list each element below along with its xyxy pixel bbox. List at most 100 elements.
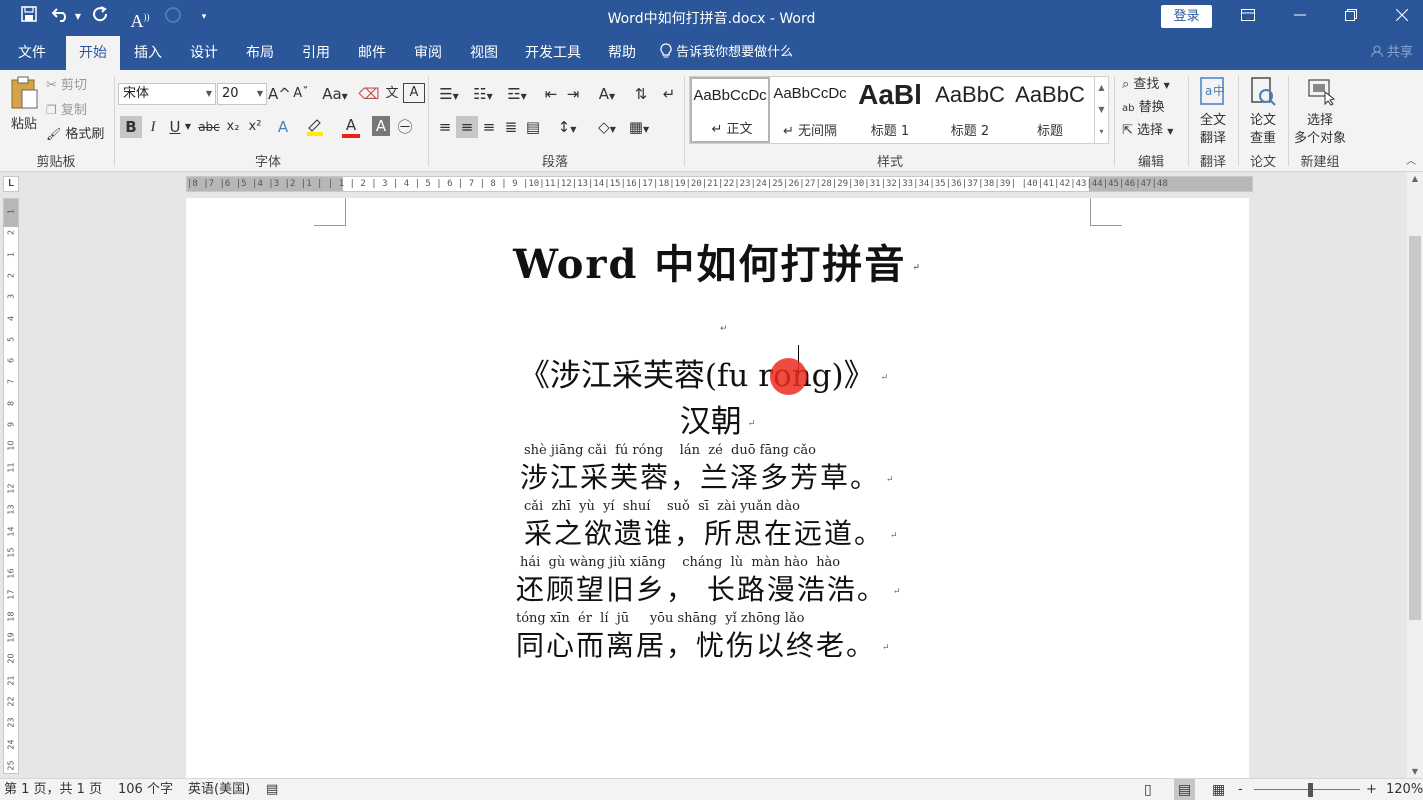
paper-group-label: 论文 [1249,155,1276,170]
read-mode-icon[interactable]: ▯ [1144,779,1152,800]
poem-line-4-text: 同心而离居，忧伤以终老。 [516,629,877,662]
grow-font-icon[interactable]: A^ [268,83,291,105]
zoom-out-button[interactable]: - [1238,779,1243,800]
font-size-select[interactable]: 20 ▼ [217,83,267,105]
shading-icon[interactable]: ◇▼ [592,116,622,138]
copy-button[interactable]: ❐ 复制 [46,101,87,120]
full-translate-button[interactable]: a中 全文 翻译 [1192,76,1234,148]
paragraph-mark: ↵ [890,530,900,541]
text-effects-icon[interactable]: A [272,116,294,138]
align-right-icon[interactable]: ≡ [478,116,500,138]
find-button[interactable]: ⌕ 查找 ▼ [1122,76,1170,95]
font-color-icon[interactable]: A [340,116,362,138]
borders-icon[interactable]: ▦▼ [624,116,654,138]
restore-icon[interactable] [1339,6,1363,28]
font-family-select[interactable]: 宋体 ▼ [118,83,216,105]
character-shading-icon[interactable]: A [372,116,390,136]
line-spacing-icon[interactable]: ↕▼ [552,116,582,138]
tab-insert[interactable]: 插入 [124,36,172,70]
scrollbar-thumb[interactable] [1409,236,1421,620]
close-icon[interactable] [1390,6,1414,28]
align-center-icon[interactable]: ≡ [456,116,478,138]
bold-button[interactable]: B [120,116,142,138]
scroll-up-icon[interactable]: ▲ [1407,174,1423,183]
sort-icon[interactable]: ⇅ [630,83,652,105]
style-heading-1[interactable]: AaBl 标题 1 [850,77,930,143]
login-button[interactable]: 登录 [1161,5,1212,28]
language[interactable]: 英语(美国) [188,779,250,800]
macro-icon[interactable]: ▤ [266,779,278,800]
tab-mailings[interactable]: 邮件 [348,36,396,70]
paper-check-button[interactable]: 论文 查重 [1242,76,1284,148]
multilevel-list-icon[interactable]: ☲▼ [502,83,532,105]
style-no-spacing[interactable]: AaBbCcDc ↵ 无间隔 [770,77,850,143]
text-direction-icon[interactable]: A▼ [592,83,622,105]
vertical-scrollbar[interactable]: ▲ ▼ [1407,172,1423,778]
style-normal[interactable]: AaBbCcDc ↵ 正文 [690,77,770,143]
collapse-ribbon-icon[interactable]: ︿ [1406,152,1416,167]
tab-references[interactable]: 引用 [292,36,340,70]
tab-developer[interactable]: 开发工具 [516,36,590,70]
replace-button[interactable]: ab 替换 [1122,99,1165,118]
scroll-down-icon[interactable]: ▼ [1407,767,1423,776]
numbering-icon[interactable]: ☷▼ [468,83,498,105]
justify-icon[interactable]: ≣ [500,116,522,138]
decrease-indent-icon[interactable]: ⇤ [540,83,562,105]
tab-home[interactable]: 开始 [66,36,120,70]
zoom-slider-thumb[interactable] [1307,783,1313,797]
page-count[interactable]: 第 1 页，共 1 页 [4,779,102,800]
chevron-down-icon: ▼ [256,89,263,98]
style-heading-2[interactable]: AaBbC 标题 2 [930,77,1010,143]
zoom-in-button[interactable]: + [1366,779,1377,800]
paste-label: 粘贴 [10,117,37,132]
ribbon-display-icon[interactable] [1236,6,1260,28]
word-count[interactable]: 106 个字 [118,779,173,800]
web-layout-icon[interactable]: ▦ [1212,779,1225,800]
style-name: 标题 1 [870,124,910,139]
editing-group-label: 编辑 [1137,155,1164,170]
clear-format-icon[interactable]: ⌫ [358,83,380,105]
tell-me-box[interactable]: 告诉我你想要做什么 [660,36,793,70]
increase-indent-icon[interactable]: ⇥ [562,83,584,105]
style-title[interactable]: AaBbC 标题 [1010,77,1090,143]
change-case-icon[interactable]: Aa▼ [318,83,352,105]
share-button[interactable]: 共享 [1370,36,1413,70]
print-layout-icon[interactable]: ▤ [1174,779,1196,800]
tab-review[interactable]: 审阅 [404,36,452,70]
change-case-label: Aa [322,85,342,103]
select-objects-button[interactable]: 选择 多个对象 [1290,76,1350,148]
document-page[interactable]: Word 中如何打拼音 ↵ ↵ 《涉江采芙蓉(fu rong)》 ↵ 汉朝 ↵ shè… [186,198,1249,780]
tab-selector[interactable]: L [3,176,19,192]
horizontal-ruler[interactable]: |8 |7 |6 |5 |4 |3 |2 |1 | | 1 | 2 | 3 | … [186,176,1253,192]
superscript-button[interactable]: x² [244,116,266,138]
tab-help[interactable]: 帮助 [598,36,646,70]
shrink-font-icon[interactable]: Aˇ [290,83,312,105]
tab-file[interactable]: 文件 [6,36,58,70]
bullets-icon[interactable]: ☰▼ [434,83,464,105]
styles-scroll[interactable]: ▲ ▼ ▾ [1094,77,1108,143]
chevron-down-icon[interactable]: ▼ [182,116,194,138]
italic-button[interactable]: I [142,116,164,138]
phonetic-guide-icon[interactable]: 文 [381,83,403,105]
highlight-icon[interactable] [304,116,326,138]
font-family-value: 宋体 [123,86,150,101]
strikethrough-button[interactable]: abc [196,116,222,138]
zoom-level[interactable]: 120% [1386,779,1423,800]
character-border-icon[interactable]: A [403,83,425,103]
show-marks-icon[interactable]: ↵ [658,83,680,105]
tab-design[interactable]: 设计 [180,36,228,70]
enclose-character-icon[interactable]: ㊀ [394,116,416,138]
minimize-icon[interactable] [1288,6,1312,28]
subscript-button[interactable]: x₂ [222,116,244,138]
ruler-number: 9 [6,421,16,428]
cut-button[interactable]: ✂ 剪切 [46,77,87,95]
align-left-icon[interactable]: ≡ [434,116,456,138]
vertical-ruler[interactable]: 1 2 1 2 3 4 5 6 7 8 9 10 11 12 13 14 15 16 17 18 19 20 21 22 23 2… [3,198,19,774]
select-button[interactable]: ⇱ 选择 ▼ [1122,122,1173,141]
tab-view[interactable]: 视图 [460,36,508,70]
poem-line-1-text: 涉江采芙蓉，兰泽多芳草。 [520,461,881,494]
format-painter-button[interactable]: 🖌 格式刷 [46,125,104,144]
distributed-icon[interactable]: ▤ [522,116,544,138]
tab-layout[interactable]: 布局 [236,36,284,70]
paste-button[interactable]: 粘贴 [6,76,42,140]
